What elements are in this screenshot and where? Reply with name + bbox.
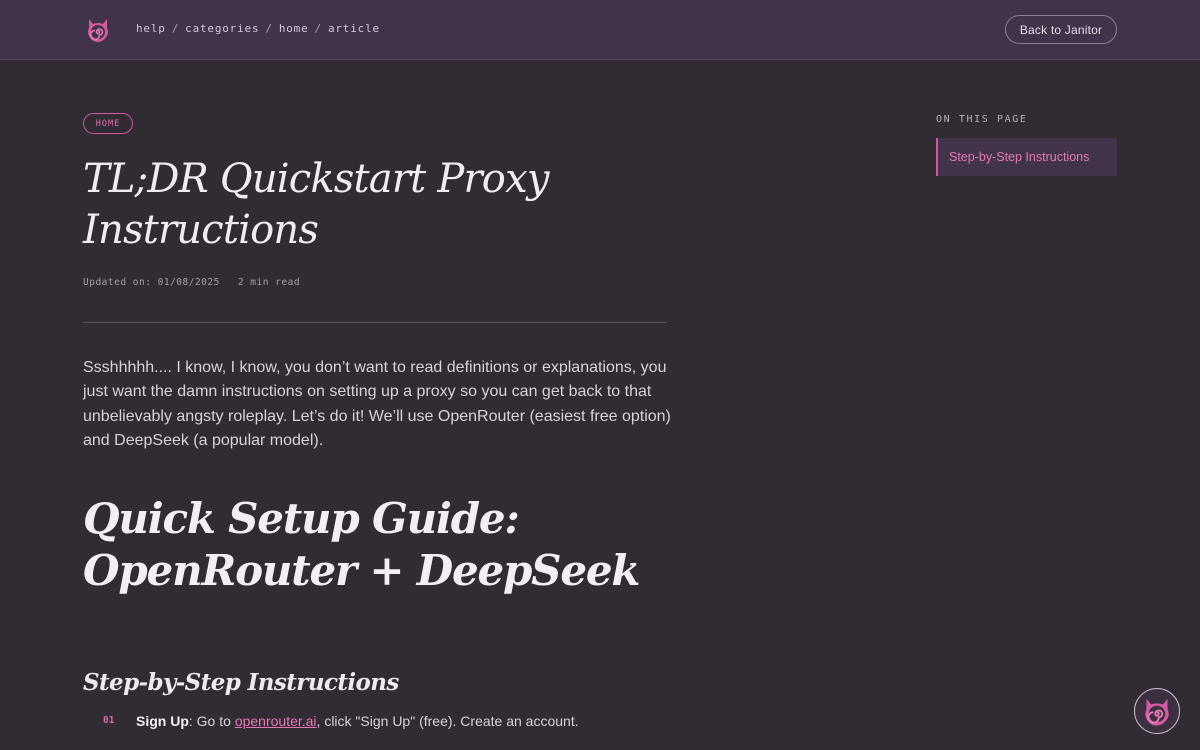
divider xyxy=(83,322,667,323)
spiral-cat-avatar-icon[interactable] xyxy=(1134,688,1180,734)
step-text-after: , click "Sign Up" (free). Create an acco… xyxy=(316,713,579,729)
page-title: TL;DR Quickstart Proxy Instructions xyxy=(83,156,549,253)
breadcrumb-separator: / xyxy=(171,22,180,35)
article-meta: Updated on: 01/08/2025 2 min read xyxy=(83,277,300,288)
breadcrumb-article[interactable]: article xyxy=(328,22,380,35)
breadcrumb-categories[interactable]: categories xyxy=(185,22,259,35)
steps-list: 01 Sign Up: Go to openrouter.ai, click "… xyxy=(103,713,703,737)
breadcrumb-home[interactable]: home xyxy=(279,22,309,35)
breadcrumb-separator: / xyxy=(265,22,273,35)
section-heading: Quick Setup Guide: OpenRouter + DeepSeek xyxy=(83,494,640,595)
step-text: Sign Up: Go to openrouter.ai, click "Sig… xyxy=(136,713,579,729)
step-text-before: : Go to xyxy=(188,713,235,729)
intro-paragraph: Ssshhhhh.... I know, I know, you don’t w… xyxy=(83,359,671,449)
step-number: 01 xyxy=(103,715,115,726)
step-label: Sign Up xyxy=(136,713,189,729)
read-time: 2 min read xyxy=(237,277,301,288)
updated-date: Updated on: 01/08/2025 xyxy=(83,277,220,288)
openrouter-link[interactable]: openrouter.ai xyxy=(235,713,317,729)
breadcrumb-help[interactable]: help xyxy=(136,22,166,35)
list-item: 01 Sign Up: Go to openrouter.ai, click "… xyxy=(103,713,703,737)
subsection-heading: Step-by-Step Instructions xyxy=(83,669,399,696)
back-to-janitor-button[interactable]: Back to Janitor xyxy=(1005,15,1117,44)
category-tag[interactable]: HOME xyxy=(83,113,133,134)
top-navigation-bar: help / categories / home / article Back to Jan… xyxy=(0,0,1200,60)
spiral-cat-logo-icon[interactable] xyxy=(86,15,110,44)
toc-heading: ON THIS PAGE xyxy=(936,114,1028,125)
toc-item-step-by-step[interactable]: Step-by-Step Instructions xyxy=(936,138,1117,176)
breadcrumb-separator: / xyxy=(314,22,322,35)
breadcrumb: help / categories / home / article xyxy=(136,22,380,35)
